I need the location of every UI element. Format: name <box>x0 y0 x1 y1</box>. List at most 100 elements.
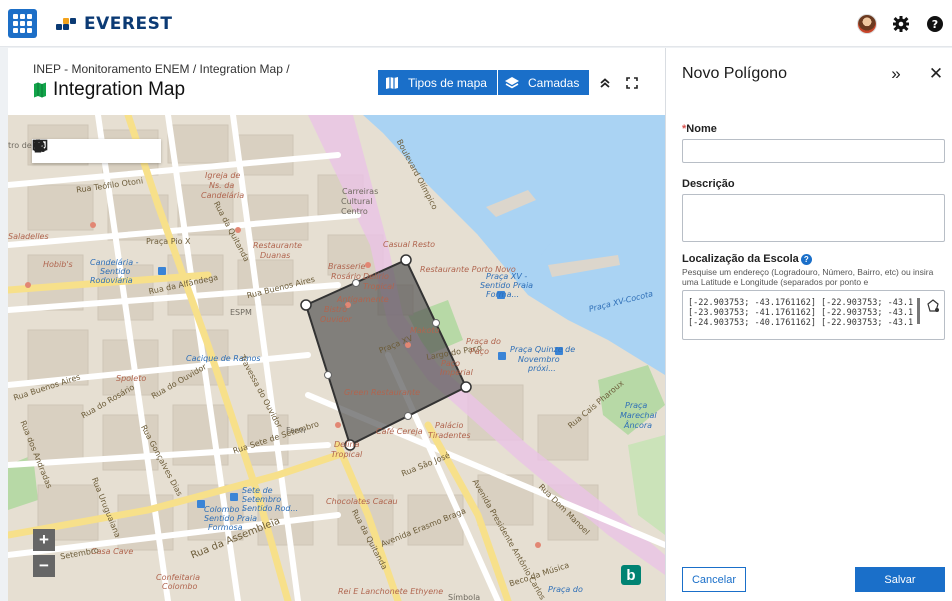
map-label: Praça do <box>548 585 583 594</box>
expand-panel-icon[interactable]: » <box>885 63 907 85</box>
map-label: Makoto <box>410 326 440 335</box>
name-input[interactable] <box>682 139 945 163</box>
map-label: Rosário <box>331 272 361 281</box>
map-label: Casual Resto <box>383 240 436 249</box>
map-label: Confeitaria <box>156 573 200 582</box>
everest-logo-icon <box>56 18 76 30</box>
map-label: Praça do <box>466 337 501 346</box>
map-label: Café Cereja <box>376 427 423 436</box>
name-label-text: Nome <box>686 123 717 135</box>
map-label: Sentido Praia <box>480 281 534 290</box>
close-icon[interactable]: ✕ <box>925 63 947 85</box>
map-label: Imperial <box>440 368 473 377</box>
map-label: Saladelles <box>8 232 49 241</box>
map-label: Candelária - <box>90 258 139 267</box>
map-label: Delírio <box>363 272 389 281</box>
map-types-button[interactable]: Tipos de mapa <box>378 70 497 95</box>
map-label: Bistrô <box>324 305 348 314</box>
description-label: Descrição <box>682 178 735 190</box>
map-label: Chocolates Cacau <box>326 497 398 506</box>
map-label: Praça <box>625 401 648 410</box>
description-textarea[interactable] <box>682 194 945 242</box>
zoom-in-button[interactable]: + <box>33 529 55 551</box>
map-label: Hobib's <box>43 260 73 269</box>
map-label: Ouvidor <box>320 315 352 324</box>
map-label: Candelária <box>201 191 245 200</box>
map-label: ESPM <box>230 308 252 317</box>
map-label: Praça Pio X <box>146 237 191 246</box>
map-label: Âncora <box>624 421 653 430</box>
map-label: Palácio <box>435 421 464 430</box>
map-label: Forma... <box>486 290 520 299</box>
map-icon <box>34 82 46 98</box>
panel-title: Novo Polígono <box>682 65 787 82</box>
location-label: Localização da Escola? <box>682 253 812 265</box>
map-label: Colombo - <box>204 505 245 514</box>
map-label: Sentido Praia <box>204 514 258 523</box>
zoom-out-button[interactable]: − <box>33 555 55 577</box>
map-canvas[interactable]: Rua Teófilo Otoni Igreja de Ns. da Cande… <box>8 115 665 601</box>
cancel-button[interactable]: Cancelar <box>682 567 746 592</box>
map-label: Marechal <box>620 411 657 420</box>
breadcrumb[interactable]: INEP - Monitoramento ENEM / Integration … <box>33 62 290 76</box>
coordinate-line: [-22.903753; -43.1761162] [-22.903753; -… <box>688 298 913 308</box>
name-label: *Nome <box>682 123 717 135</box>
polygon-lasso-icon[interactable] <box>926 299 942 315</box>
layers-icon <box>504 75 520 91</box>
pencil-edit-icon[interactable] <box>34 140 108 162</box>
collapse-header-icon[interactable] <box>594 72 616 94</box>
new-polygon-panel: Novo Polígono » ✕ *Nome Descrição Locali… <box>665 48 952 601</box>
map-label: Ns. da <box>209 181 235 190</box>
page-title-text: Integration Map <box>53 79 186 100</box>
map-label: Paço <box>470 347 490 356</box>
help-icon[interactable]: ? <box>918 0 952 47</box>
map-types-label: Tipos de mapa <box>408 75 487 90</box>
map-label: Centro <box>341 207 368 216</box>
coordinate-line: [-24.903753; -40.1761162] [-22.903753; -… <box>688 318 913 328</box>
question-icon[interactable]: ? <box>800 253 812 265</box>
map-label: Tropical <box>363 282 395 291</box>
top-bar: EVEREST ? <box>0 0 952 47</box>
apps-grid-icon[interactable] <box>8 9 37 38</box>
map-label: próxi... <box>528 364 556 373</box>
map-label: Rei E Lanchonete Ethyene <box>338 587 444 596</box>
coordinate-line: [-23.903753; -41.1761162] [-22.903753; -… <box>688 308 913 318</box>
bing-logo[interactable]: b <box>621 565 641 585</box>
map-label: Delina <box>334 440 360 449</box>
map-panel: INEP - Monitoramento ENEM / Integration … <box>8 48 665 601</box>
coordinates-list: [-22.903753; -43.1761162] [-22.903753; -… <box>688 298 913 328</box>
map-label: Duanas <box>260 251 291 260</box>
scrollbar[interactable] <box>917 298 920 324</box>
location-label-text: Localização da Escola <box>682 253 799 265</box>
map-label: Praça Quinze de <box>510 345 576 354</box>
map-label: Novembro <box>518 355 560 364</box>
map-label: Cultural <box>341 197 373 206</box>
map-label: Antigamente <box>337 295 389 304</box>
map-label: Símbola <box>448 593 481 601</box>
draw-toolbar <box>32 139 161 163</box>
map-label: Setembro <box>242 495 282 504</box>
map-label: Green Restaurante <box>344 388 421 397</box>
location-help-text: Pesquise um endereço (Logradouro, Número… <box>682 267 934 287</box>
page-title: Integration Map <box>33 79 185 101</box>
layers-button[interactable]: Camadas <box>498 70 590 95</box>
layers-label: Camadas <box>528 75 580 90</box>
map-label: Igreja de <box>205 171 241 180</box>
map-label: Praça XV - <box>486 272 528 281</box>
app-logo[interactable]: EVEREST <box>56 14 172 34</box>
map-label: Tiradentes <box>428 431 471 440</box>
paint-bucket-icon[interactable] <box>32 139 133 162</box>
save-button[interactable]: Salvar <box>855 567 945 592</box>
map-label: Sentido Rod... <box>242 504 299 513</box>
trash-icon[interactable] <box>33 139 158 162</box>
logo-text: EVEREST <box>84 14 173 34</box>
rectangle-icon[interactable] <box>32 139 83 162</box>
settings-gear-icon[interactable] <box>884 0 918 47</box>
user-avatar[interactable] <box>850 0 884 47</box>
map-header: INEP - Monitoramento ENEM / Integration … <box>8 48 665 115</box>
fullscreen-icon[interactable] <box>621 72 643 94</box>
map-label: Brasserie <box>328 262 366 271</box>
map-label: Rodoviária <box>90 276 133 285</box>
coordinates-textarea[interactable]: [-22.903753; -43.1761162] [-22.903753; -… <box>682 290 945 340</box>
map-fold-icon <box>384 75 400 91</box>
